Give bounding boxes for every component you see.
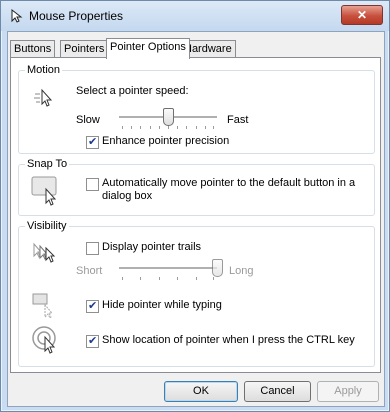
trail-slider-track [119, 267, 217, 270]
speed-slider-ticks [122, 126, 214, 129]
pointer-speed-label: Select a pointer speed: [76, 85, 189, 97]
window-title: Mouse Properties [29, 9, 124, 23]
pointer-trails-label: Display pointer trails [102, 241, 202, 253]
tab-pointer-options[interactable]: Pointer Options [106, 38, 190, 59]
motion-group: Motion Select a pointer speed: Slow Fast… [18, 64, 375, 154]
close-button[interactable]: ✕ [341, 5, 383, 25]
hide-while-typing-checkbox[interactable] [86, 299, 99, 313]
trail-long-label: Long [229, 265, 254, 277]
enhance-precision-label: Enhance pointer precision [102, 135, 230, 147]
fast-label: Fast [227, 114, 249, 126]
hide-pointer-icon [32, 293, 54, 319]
cancel-button[interactable]: Cancel [244, 381, 311, 402]
snap-to-button-icon [31, 176, 57, 206]
mouse-properties-window: Mouse Properties ✕ Buttons Pointers Poin… [0, 0, 390, 412]
snap-to-label: Automatically move pointer to the defaul… [102, 177, 356, 202]
ok-button[interactable]: OK [164, 381, 238, 402]
trail-short-label: Short [76, 265, 103, 277]
tab-buttons[interactable]: Buttons [10, 40, 56, 58]
apply-button[interactable]: Apply [317, 381, 379, 402]
pointer-speed-icon [34, 88, 53, 107]
hide-while-typing-label: Hide pointer while typing [102, 299, 222, 311]
trail-slider-ticks [122, 277, 214, 280]
visibility-group: Visibility Display pointer trails Short … [18, 220, 375, 367]
enhance-precision-checkbox[interactable] [86, 135, 99, 149]
pointer-trails-checkbox[interactable] [86, 242, 99, 255]
pointer-trails-icon [33, 242, 56, 263]
snap-to-group-label: Snap To [25, 158, 70, 170]
tab-pointers[interactable]: Pointers [60, 40, 109, 58]
show-ctrl-location-label: Show location of pointer when I press th… [102, 334, 355, 346]
show-ctrl-location-checkbox[interactable] [86, 334, 99, 348]
slow-label: Slow [76, 114, 100, 126]
motion-group-label: Motion [25, 64, 63, 76]
dialog-client-area: Buttons Pointers Pointer Options Hardwar… [7, 31, 385, 407]
speed-slider-thumb[interactable] [163, 108, 174, 126]
trail-slider-thumb [212, 259, 223, 277]
mouse-pointer-app-icon [11, 8, 23, 23]
pointer-options-panel: Motion Select a pointer speed: Slow Fast… [10, 57, 381, 373]
title-bar[interactable]: Mouse Properties ✕ [1, 1, 389, 31]
snap-to-checkbox[interactable] [86, 178, 99, 191]
visibility-group-label: Visibility [25, 220, 69, 232]
snap-to-group: Snap To Automatically move pointer to th… [18, 158, 375, 216]
show-location-icon [32, 326, 56, 354]
